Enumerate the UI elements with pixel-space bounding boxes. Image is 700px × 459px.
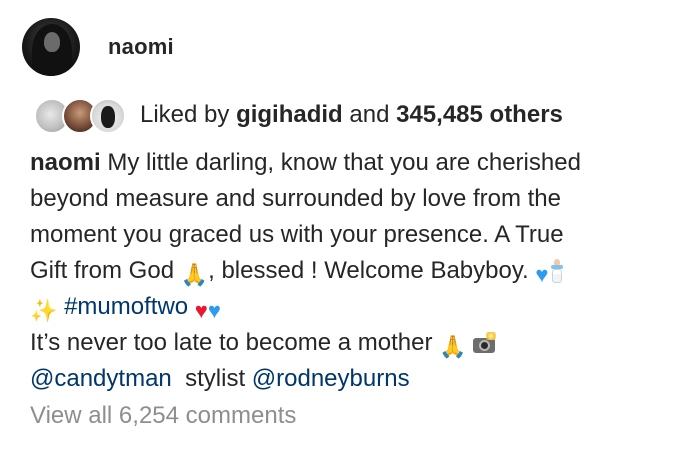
folded-hands-icon: 🙏 xyxy=(439,334,467,359)
liked-by-prefix: Liked by xyxy=(140,101,230,128)
caption-text: moment you graced us with your presence.… xyxy=(30,221,564,248)
view-all-comments-link[interactable]: View all 6,254 comments xyxy=(30,402,296,430)
liker-avatars[interactable] xyxy=(34,98,126,134)
likes-count-link[interactable]: 345,485 others xyxy=(396,101,563,128)
liked-by-row: Liked by gigihadid and 345,485 others xyxy=(34,97,563,134)
mention-link[interactable]: @candytman xyxy=(30,365,172,392)
mention-link[interactable]: @rodneyburns xyxy=(252,365,410,392)
liked-by-text: Liked by gigihadid and 345,485 others xyxy=(140,101,563,129)
liked-by-user-link[interactable]: gigihadid xyxy=(236,101,343,128)
blue-heart-icon: ♥ xyxy=(207,298,221,323)
camera-flash-icon xyxy=(471,332,497,354)
hashtag-link[interactable]: #mumoftwo xyxy=(64,293,188,320)
caption-text: , blessed ! Welcome Babyboy. xyxy=(208,257,529,284)
caption-text: beyond measure and surrounded by love fr… xyxy=(30,185,561,212)
sparkles-icon: ✨ xyxy=(30,298,58,323)
baby-bottle-icon xyxy=(550,259,564,283)
profile-avatar[interactable] xyxy=(22,18,80,76)
caption-author-link[interactable]: naomi xyxy=(30,149,101,176)
liker-avatar xyxy=(90,98,126,134)
red-heart-icon: ♥ xyxy=(194,298,208,323)
post-caption: naomi My little darling, know that you a… xyxy=(30,145,680,397)
caption-text: stylist xyxy=(185,365,246,392)
blue-heart-icon: ♥ xyxy=(535,262,549,287)
post-header: naomi xyxy=(22,17,174,77)
caption-text: It’s never too late to become a mother xyxy=(30,329,433,356)
post-username[interactable]: naomi xyxy=(108,34,174,60)
instagram-post: naomi Liked by gigihadid and 345,485 oth… xyxy=(0,0,700,459)
liked-by-conjunction: and xyxy=(349,101,390,128)
caption-text: My little darling, know that you are che… xyxy=(107,149,581,176)
folded-hands-icon: 🙏 xyxy=(180,262,209,287)
caption-text: Gift from God xyxy=(30,257,175,284)
